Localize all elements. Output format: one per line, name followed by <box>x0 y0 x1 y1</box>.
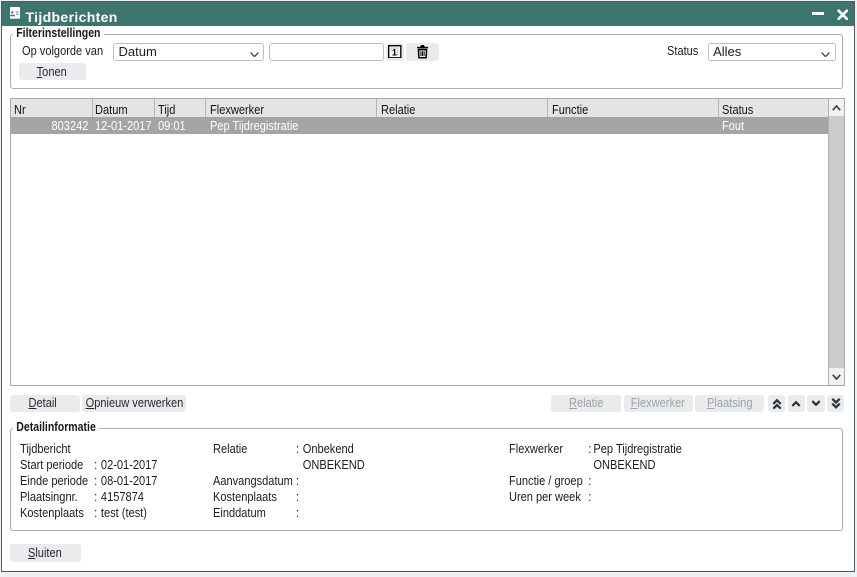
svg-text:1: 1 <box>392 47 397 57</box>
